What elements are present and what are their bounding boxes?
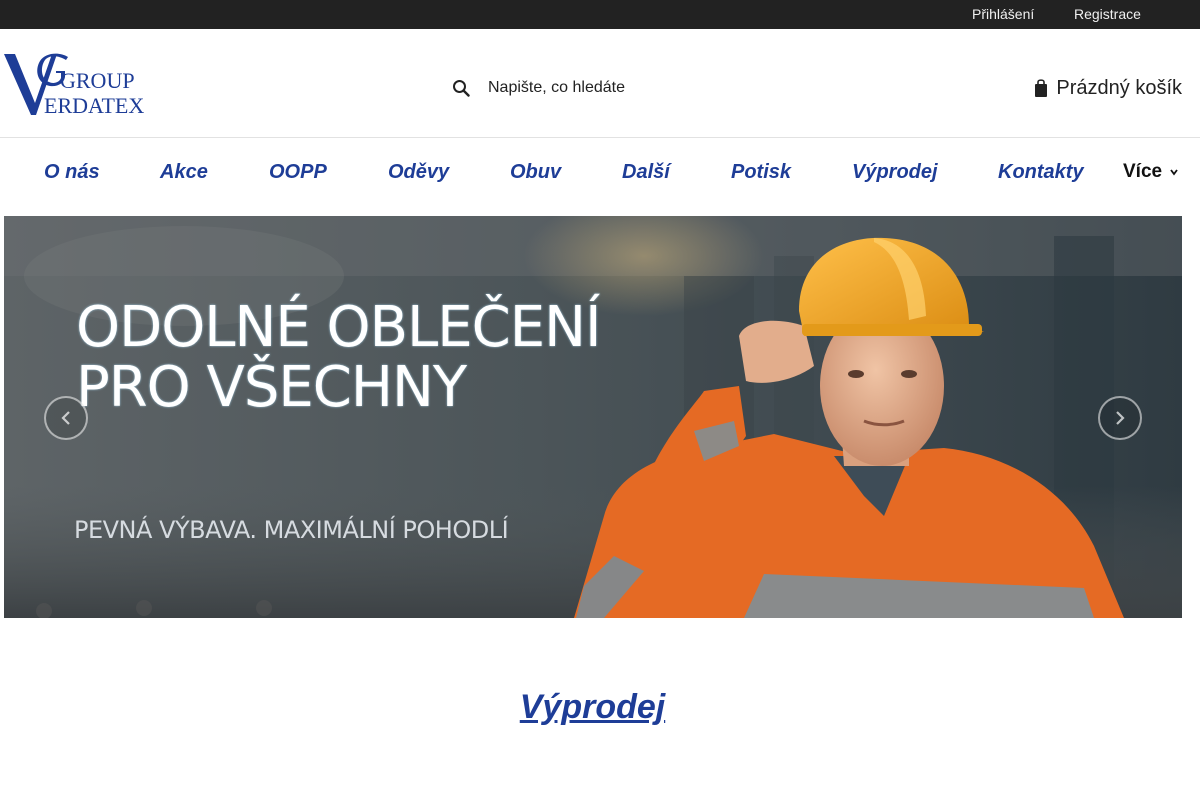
hero-headline-line-2: PRO VŠECHNY xyxy=(76,355,467,420)
nav-item-vyprodej[interactable]: Výprodej xyxy=(852,138,938,206)
search-input[interactable]: Napište, co hledáte xyxy=(452,73,625,103)
nav-more-label: Více xyxy=(1123,161,1163,182)
section-heading: Výprodej xyxy=(0,688,1185,727)
hero-headline: ODOLNÉ OBLEČENÍ PRO VŠECHNY xyxy=(76,295,602,420)
chevron-right-icon xyxy=(1116,411,1125,425)
hero-tagline: PEVNÁ VÝBAVA. MAXIMÁLNÍ POHODLÍ xyxy=(74,516,509,544)
hero-headline-line-1: ODOLNÉ OBLEČENÍ xyxy=(76,295,602,360)
logo-mark: GROUP ERDATEX xyxy=(4,53,144,118)
main-navigation: O nás Akce OOPP Oděvy Obuv Další Potisk … xyxy=(0,138,1200,216)
nav-item-dalsi[interactable]: Další xyxy=(622,138,670,206)
site-header: GROUP ERDATEX Napište, co hledáte Prázdn… xyxy=(0,29,1200,138)
carousel-next-button[interactable] xyxy=(1098,396,1142,440)
top-bar: Přihlášení Registrace xyxy=(0,0,1200,29)
carousel-prev-button[interactable] xyxy=(44,396,88,440)
nav-item-akce[interactable]: Akce xyxy=(160,138,208,206)
section-title-link-vyprodej[interactable]: Výprodej xyxy=(520,688,665,726)
nav-item-potisk[interactable]: Potisk xyxy=(731,138,791,206)
nav-item-o-nas[interactable]: O nás xyxy=(44,138,100,206)
nav-item-oopp[interactable]: OOPP xyxy=(269,138,327,206)
cart-button[interactable]: Prázdný košík xyxy=(1034,71,1182,105)
nav-item-kontakty[interactable]: Kontakty xyxy=(998,138,1084,206)
nav-item-obuv[interactable]: Obuv xyxy=(510,138,561,206)
search-icon xyxy=(453,80,470,97)
svg-text:ERDATEX: ERDATEX xyxy=(44,93,144,117)
chevron-down-icon xyxy=(1170,169,1178,176)
chevron-left-icon xyxy=(61,411,70,425)
login-link[interactable]: Přihlášení xyxy=(972,0,1034,29)
search-placeholder: Napište, co hledáte xyxy=(488,79,625,96)
nav-item-odevy[interactable]: Oděvy xyxy=(388,138,449,206)
site-logo[interactable]: GROUP ERDATEX xyxy=(4,51,154,118)
svg-text:GROUP: GROUP xyxy=(60,68,135,93)
shopping-bag-icon xyxy=(1035,79,1048,97)
register-link[interactable]: Registrace xyxy=(1074,0,1141,29)
cart-label: Prázdný košík xyxy=(1056,76,1182,99)
hero-banner[interactable]: ODOLNÉ OBLEČENÍ PRO VŠECHNY PEVNÁ VÝBAVA… xyxy=(4,216,1182,618)
nav-more-menu[interactable]: Více xyxy=(1123,138,1178,206)
